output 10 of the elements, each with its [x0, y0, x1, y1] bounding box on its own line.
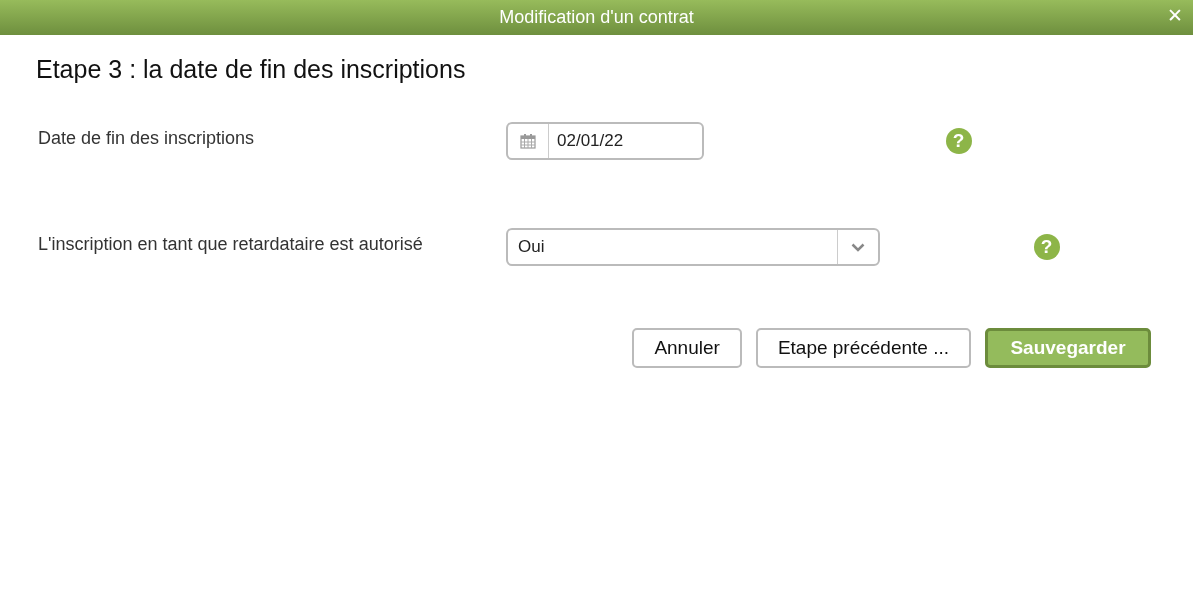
secondary-button[interactable]: Etape précédente ...	[755, 328, 971, 368]
calendar-icon	[520, 133, 536, 149]
chevron-down-icon	[851, 242, 865, 252]
secondary-button[interactable]: Annuler	[632, 328, 742, 368]
field-label: L'inscription en tant que retardataire est autorisé	[38, 233, 423, 255]
step-heading: Etape 3 : la date de fin des inscriptions	[36, 55, 466, 84]
field-label: Date de fin des inscriptions	[38, 127, 255, 149]
date-field[interactable]: 02/01/22	[506, 122, 704, 160]
window-title: Modification d'un contrat	[499, 7, 694, 28]
select-field[interactable]: Oui	[506, 228, 880, 266]
